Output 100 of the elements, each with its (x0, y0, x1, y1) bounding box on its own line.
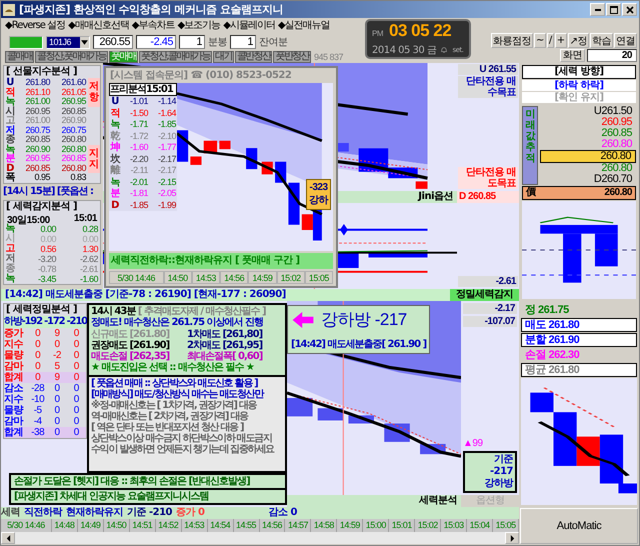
status-label: 세력 (1, 507, 20, 519)
mode-button[interactable]: 콜청산,풋매매가능 (35, 51, 108, 63)
notice-bar: 손절가 도달은 [헷지] 대응 :: 최후의 손절은 [반대신호발생] (11, 475, 285, 488)
time-label: 14:53 (192, 271, 220, 284)
mode-button[interactable]: 콜매매 (5, 51, 34, 63)
tool-button[interactable]: + (554, 33, 567, 48)
menu-item[interactable]: ◆매매신호선택 (68, 18, 129, 32)
table-cell-text: -2.61 (78, 264, 99, 274)
status-decrease: 감소 0 (268, 507, 297, 519)
oscillator-value: -2.61 (458, 276, 518, 287)
table-cell-text: 260.80 (60, 135, 88, 144)
table-cell-text: -2.15 (156, 176, 177, 188)
table-cell-text: 0 (72, 372, 80, 383)
table-cell-text: -10 (30, 394, 46, 405)
order-price: 손절 262.30 (524, 348, 580, 362)
table-cell-text: 9 (53, 372, 61, 383)
signal-time: 14시 43분 (91, 306, 136, 317)
menu-item[interactable]: ◆시뮬레이터 (223, 18, 275, 32)
code-dropdown[interactable]: 101J6 (46, 36, 90, 49)
minimize-button[interactable] (590, 3, 605, 16)
value-label: -2.17 (463, 303, 517, 314)
candle (190, 156, 202, 165)
table-cell-text: 261.00 (24, 97, 52, 106)
table-cell-text: -1.60 (78, 274, 100, 284)
upper-value: U 261.55 (458, 64, 518, 75)
row-label: 坤 (109, 142, 121, 154)
row-label: 시 (4, 106, 16, 116)
horizontal-scrollbar[interactable] (1, 532, 519, 544)
basis-state: 강하방 (484, 478, 513, 490)
screen-field[interactable]: 20 (587, 49, 637, 62)
table-cell-text: -2.01 (128, 176, 149, 188)
row-label: 적 (4, 88, 16, 97)
table-cell-text: 0 (34, 339, 42, 350)
mode-button[interactable]: 풋반청산 (273, 51, 311, 63)
price-text: 권장매도 [261.90] (91, 340, 170, 351)
signal-note: [ 추격매도자제 / 매수청산필수 ] (138, 306, 266, 317)
scroll-left-button[interactable] (1, 532, 15, 544)
screen-label: 화면 (560, 49, 585, 62)
row-label: 녹 (109, 176, 121, 188)
level-value: U261.50 (592, 106, 633, 117)
remaining-field[interactable]: 1 (230, 35, 256, 50)
row-label: D (5, 164, 14, 173)
row-label: 물량 (4, 405, 24, 416)
table-cell-text: 1.30 (81, 244, 100, 254)
table-cell-text: -2.20 (128, 154, 149, 165)
menu-item[interactable]: ◆실전매뉴얼 (278, 18, 330, 32)
table-cell-text: 260.80 (60, 144, 88, 154)
change-field[interactable]: -2.45 (136, 35, 176, 50)
close-icon (626, 6, 634, 14)
bar-count-field[interactable]: 1 (179, 35, 205, 50)
maximize-icon (610, 6, 618, 14)
popup-status: 세력직전하락::현재하락유지 [ 풋매매 구간 ] (109, 253, 333, 269)
tool-button[interactable]: ↗정 (568, 33, 589, 48)
table-cell-text: -2 (52, 350, 62, 361)
table-cell-text: 0 (53, 394, 61, 405)
mode-button[interactable]: 콜반청산 (234, 51, 272, 63)
table-cell-text: 260.85 (60, 106, 88, 116)
table-cell-text: 0 (72, 328, 80, 339)
guide-text: 상단박스이상 매수금지 하단박스이하 매도금지 (91, 433, 273, 444)
mode-button[interactable]: 풋청산,콜매매가능 (139, 51, 212, 63)
table-title: 프리분석15:01 (109, 83, 177, 96)
table-cell-text: 0 (53, 427, 61, 438)
clock-time: 03 05 22 (389, 21, 452, 41)
row-label: 합계 (4, 372, 24, 383)
tool-button[interactable]: 연결 (614, 33, 637, 48)
row-label: 감마 (4, 361, 24, 372)
tool-button[interactable]: / (546, 33, 554, 48)
row-label: 적 (109, 108, 121, 119)
table-cell-text: -38 (30, 427, 46, 438)
table-cell-text: 0 (72, 427, 80, 438)
row-label: 녹 (4, 224, 15, 234)
price-field[interactable]: 260.55 (93, 35, 133, 50)
menu-item[interactable]: ◆보조기능 (177, 18, 220, 32)
automatic-button[interactable]: AutoMatic (520, 508, 638, 544)
table-cell-text: -28 (30, 383, 46, 394)
table-cell-text: -2.11 (130, 165, 149, 176)
time-label: 14:59 (248, 271, 276, 284)
tool-button[interactable]: 화룡점정 (490, 33, 533, 48)
counter-text: 945 837 (314, 52, 344, 62)
mode-button[interactable]: 대기 (212, 51, 234, 63)
table-cell-text: 261.05 (60, 88, 88, 97)
candle (219, 140, 230, 150)
callout-text: 강하방 -217 (321, 309, 407, 331)
row-label: 저 (4, 126, 16, 135)
menu-item[interactable]: ◆Reverse 설정 (5, 18, 66, 32)
popup-title: [시스템 접속문의] ☎ (010) 8523-0522 (109, 69, 292, 83)
scroll-right-button[interactable] (505, 532, 519, 544)
table-cell-text: 0 (53, 383, 61, 394)
close-button[interactable] (622, 3, 637, 16)
tool-button[interactable]: ~ (534, 33, 546, 48)
row-label: 저 (4, 254, 16, 264)
table-cell-text: 0 (34, 372, 42, 383)
menu-item[interactable]: ◆부속차트 (132, 18, 174, 32)
tool-button[interactable]: 학습 (590, 33, 613, 48)
row-label: 녹 (4, 274, 16, 284)
level-value: 260.85 (600, 128, 633, 139)
guide-text: 수익이 발생하면 언제든지 챙기는데 집중하세요 (91, 444, 276, 455)
price-text: 매도손절 [262,35] (91, 351, 170, 362)
maximize-button[interactable] (606, 3, 621, 16)
row-label: 폭 (4, 173, 16, 182)
